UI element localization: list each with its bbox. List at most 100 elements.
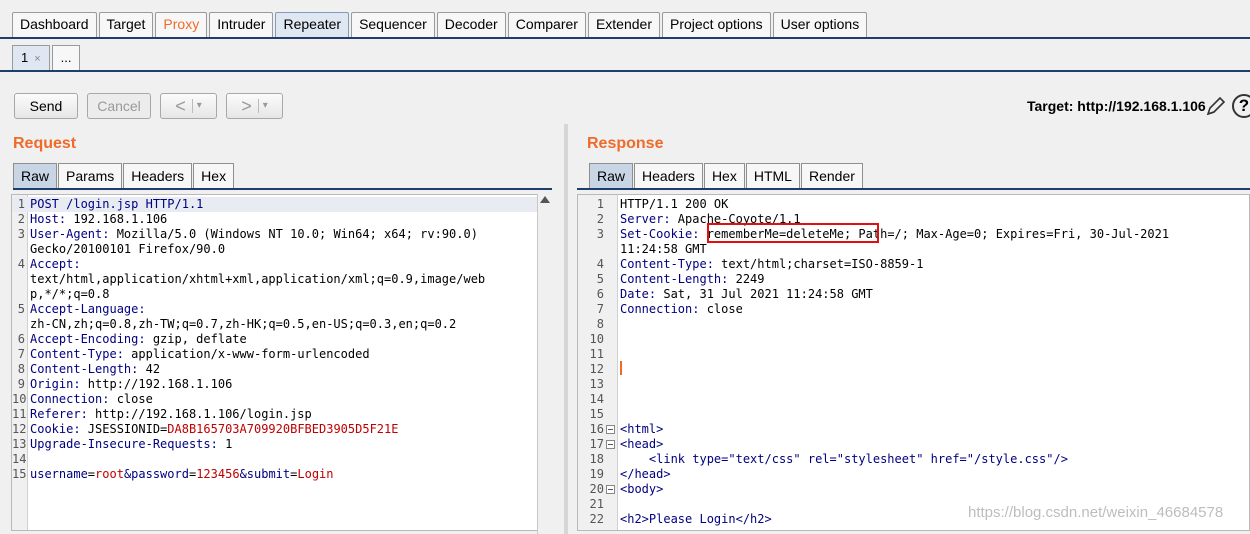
code-text: Accept-Language: <box>30 302 146 317</box>
tab-target[interactable]: Target <box>98 12 154 37</box>
header-value: zh-CN,zh;q=0.8,zh-TW;q=0.7,zh-HK;q=0.5,e… <box>30 317 457 331</box>
param-name: &submit <box>239 467 291 481</box>
header-value: gzip, deflate <box>145 332 247 346</box>
code-text: Set-Cookie: rememberMe=deleteMe; Path=/;… <box>620 227 1169 242</box>
line-number: 8 <box>17 362 25 376</box>
tab-repeater[interactable]: Repeater <box>275 12 350 37</box>
header-name: Cookie: <box>30 422 81 436</box>
line-number: 12 <box>589 362 604 376</box>
line-number: 19 <box>589 467 604 481</box>
text-cursor <box>620 361 622 375</box>
tab-intruder[interactable]: Intruder <box>209 12 274 37</box>
code-line: 5 Content-Length: 2249 <box>578 272 1249 287</box>
code-text: Date: Sat, 31 Jul 2021 11:24:58 GMT <box>620 287 873 302</box>
code-text: <html> <box>620 422 663 437</box>
tab-extender[interactable]: Extender <box>587 12 660 37</box>
line-number: 10 <box>12 392 27 406</box>
header-name: Content-Length: <box>620 272 729 286</box>
tab-project-options[interactable]: Project options <box>662 12 771 37</box>
header-value: 192.168.1.106 <box>66 212 168 226</box>
header-value: JSESSIONID= <box>80 422 168 436</box>
header-name: Date: <box>620 287 657 301</box>
header-name: <h2>Please Login</h2> <box>620 512 772 526</box>
line-number: 15 <box>12 467 27 481</box>
code-line: 14 <box>12 452 550 467</box>
target-label: Target: http://192.168.1.106 <box>1027 98 1206 114</box>
response-tab-hex[interactable]: Hex <box>703 163 745 188</box>
response-editor[interactable]: 1 HTTP/1.1 200 OK 2 Server: Apache-Coyote/1… <box>577 194 1250 531</box>
tab-comparer[interactable]: Comparer <box>507 12 586 37</box>
line-number: 22 <box>589 512 604 526</box>
pane-divider[interactable] <box>564 124 568 534</box>
header-value: application/x-www-form-urlencoded <box>123 347 370 361</box>
line-number: 14 <box>589 392 604 406</box>
fold-toggle-icon[interactable] <box>606 440 615 449</box>
repeater-tab-underline <box>0 70 1250 72</box>
code-line: 13 <box>578 377 1249 392</box>
code-line: 10 <box>578 332 1249 347</box>
code-line: 10 Connection: close <box>12 392 550 407</box>
header-value: p,*/*;q=0.8 <box>30 287 110 301</box>
response-tab-headers[interactable]: Headers <box>634 163 703 188</box>
response-tab-render[interactable]: Render <box>800 163 863 188</box>
send-button[interactable]: Send <box>14 93 78 119</box>
highlight-box <box>707 223 879 243</box>
forward-button[interactable]: > ▾ <box>226 93 283 119</box>
code-text: Content-Length: 2249 <box>620 272 765 287</box>
header-name: </head> <box>620 467 671 481</box>
back-button[interactable]: < ▾ <box>160 93 217 119</box>
dropdown-arrow-icon[interactable]: ▾ <box>257 99 268 113</box>
repeater-toolbar: Send Cancel < ▾ > ▾ <box>14 93 292 119</box>
line-number: 16 <box>589 422 604 436</box>
request-scrollbar[interactable] <box>537 194 551 534</box>
fold-toggle-icon[interactable] <box>606 425 615 434</box>
header-value: = <box>87 467 96 481</box>
code-text: Content-Length: 42 <box>30 362 160 377</box>
request-tab-params[interactable]: Params <box>58 163 123 188</box>
code-text: Connection: close <box>30 392 153 407</box>
close-icon[interactable]: × <box>34 53 40 65</box>
line-number: 5 <box>596 272 604 286</box>
line-number: 20 <box>589 482 604 496</box>
cancel-button[interactable]: Cancel <box>87 93 151 119</box>
tab-sequencer[interactable]: Sequencer <box>351 12 435 37</box>
header-name: Content-Length: <box>30 362 139 376</box>
header-name: Accept-Language: <box>30 302 146 316</box>
pencil-icon[interactable] <box>1205 95 1227 117</box>
code-text: User-Agent: Mozilla/5.0 (Windows NT 10.0… <box>30 227 478 242</box>
fold-toggle-icon[interactable] <box>606 485 615 494</box>
header-value: Gecko/20100101 Firefox/90.0 <box>30 242 226 256</box>
tab-proxy[interactable]: Proxy <box>155 12 208 37</box>
tab-user-options[interactable]: User options <box>772 12 868 37</box>
dropdown-arrow-icon[interactable]: ▾ <box>191 99 202 113</box>
code-line: 3 Set-Cookie: rememberMe=deleteMe; Path=/… <box>578 227 1249 242</box>
header-name: POST /login.jsp HTTP/1.1 <box>30 197 204 211</box>
response-tab-raw[interactable]: Raw <box>589 163 634 188</box>
header-value: Mozilla/5.0 (Windows NT 10.0; Win64; x64… <box>109 227 478 241</box>
code-line: 5 Accept-Language: <box>12 302 550 317</box>
code-line: Gecko/20100101 Firefox/90.0 <box>12 242 550 257</box>
line-number: 4 <box>17 257 25 271</box>
code-line: 6 Accept-Encoding: gzip, deflate <box>12 332 550 347</box>
help-icon[interactable]: ? <box>1232 94 1250 118</box>
code-text: Upgrade-Insecure-Requests: 1 <box>30 437 232 452</box>
repeater-tab-1[interactable]: 1 × <box>12 45 50 71</box>
request-tab-headers[interactable]: Headers <box>123 163 193 188</box>
tab-dashboard[interactable]: Dashboard <box>12 12 97 37</box>
request-tab-hex[interactable]: Hex <box>193 163 235 188</box>
response-tab-html[interactable]: HTML <box>745 163 800 188</box>
line-number: 14 <box>12 452 27 466</box>
header-name: Server: <box>620 212 671 226</box>
line-number: 13 <box>12 437 27 451</box>
line-number: 1 <box>596 197 604 211</box>
tab-decoder[interactable]: Decoder <box>436 12 506 37</box>
line-number: 8 <box>596 317 604 331</box>
param-value: 123456 <box>196 467 240 481</box>
request-tab-underline <box>13 188 552 190</box>
request-tab-raw[interactable]: Raw <box>13 163 58 188</box>
scroll-up-arrow-icon[interactable] <box>540 196 550 203</box>
repeater-tab-more[interactable]: ... <box>51 45 80 71</box>
main-tab-underline <box>0 37 1250 39</box>
line-number: 7 <box>17 347 25 361</box>
request-editor[interactable]: 1 POST /login.jsp HTTP/1.1 2 Host: 192.168.… <box>11 194 551 531</box>
